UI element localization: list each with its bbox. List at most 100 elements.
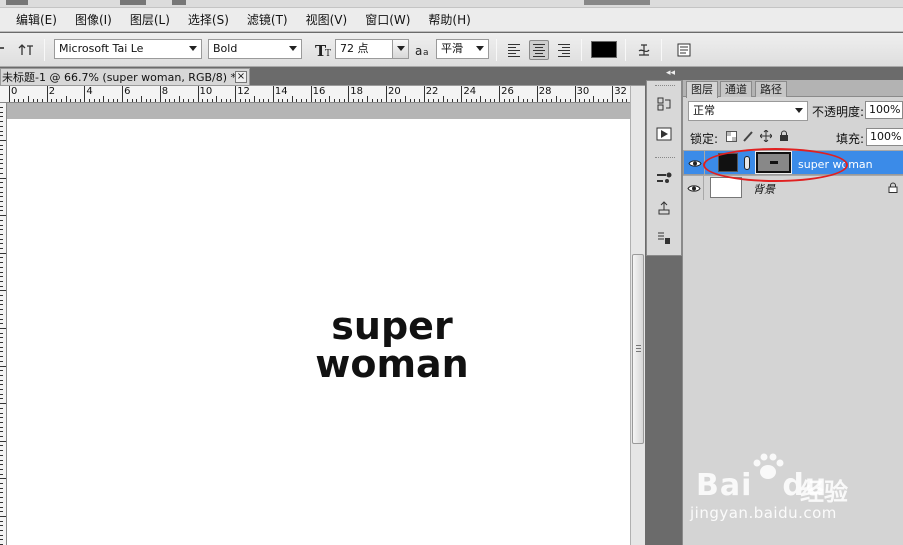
menu-image[interactable]: 图像(I) [75,11,112,28]
ruler-label: 6 [124,86,131,97]
menu-select[interactable]: 选择(S) [188,11,229,28]
ruler-major-tick [84,86,86,102]
text-orientation-icon[interactable] [16,40,36,60]
antialias-select[interactable]: 平滑 [436,39,489,59]
ruler-minor-tick [0,346,3,348]
strip-block [6,0,28,5]
text-color-swatch[interactable] [591,41,617,58]
actions-icon[interactable] [654,125,674,143]
close-icon[interactable]: × [235,71,247,83]
ruler-major-tick [235,86,237,102]
font-size-icon: TT [314,40,334,60]
ruler-minor-tick [136,99,138,102]
align-right-button[interactable] [554,40,574,60]
tab-channels[interactable]: 通道 [720,81,752,97]
tool-presets-icon[interactable] [654,229,674,247]
ruler-major-tick [499,86,501,102]
ruler-minor-tick [117,99,119,102]
tab-paths[interactable]: 路径 [755,81,787,97]
paw-logo-icon [753,453,784,479]
ruler-minor-tick [0,215,6,217]
ruler-minor-tick [89,99,91,102]
font-size-dropdown[interactable] [392,40,408,58]
ruler-minor-tick [0,219,3,221]
blend-mode-select[interactable]: 正常 [688,101,808,121]
ruler-minor-tick [602,99,604,102]
ruler-minor-tick [18,99,20,102]
ruler-minor-tick [0,534,3,536]
ruler-minor-tick [0,323,3,325]
ruler-label: 30 [576,86,590,97]
ruler-minor-tick [0,233,3,235]
vertical-ruler [0,103,7,545]
ruler-minor-tick [0,196,3,198]
vertical-scrollbar[interactable] [630,86,645,545]
layer-name[interactable]: 背景 [753,181,775,197]
ruler-minor-tick [428,99,430,102]
ruler-minor-tick [173,99,175,102]
document-canvas[interactable]: super woman [7,119,630,545]
menu-help[interactable]: 帮助(H) [428,11,470,28]
character-panel-icon[interactable] [674,40,694,60]
ruler-minor-tick [0,130,3,132]
ruler-minor-tick [0,172,3,174]
ruler-minor-tick [74,99,76,102]
lock-position-icon[interactable] [760,130,772,142]
tool-grip [0,47,4,49]
lock-transparent-icon[interactable] [725,130,737,142]
ruler-minor-tick [0,483,3,484]
font-size-select[interactable]: 72 点 [335,39,409,59]
ruler-minor-tick [254,96,256,102]
warp-text-icon[interactable] [634,40,654,60]
chevron-down-icon [476,46,484,51]
ruler-minor-tick [0,492,3,494]
ruler-minor-tick [258,99,260,102]
ruler-minor-tick [0,201,3,202]
ruler-minor-tick [329,96,331,102]
opacity-label: 不透明度: [812,105,865,119]
align-center-icon [533,43,545,57]
chevron-down-icon [397,46,405,51]
brush-presets-icon[interactable] [654,169,674,187]
ruler-minor-tick [296,99,298,102]
lock-image-icon[interactable] [742,130,754,142]
document-tab[interactable]: 未标题-1 @ 66.7% (super woman, RGB/8) * × [0,68,250,86]
ruler-label: 8 [161,86,169,97]
menu-edit[interactable]: 编辑(E) [16,11,57,28]
ruler-minor-tick [145,99,147,102]
ruler-minor-tick [0,506,3,508]
opacity-field[interactable]: 100% [865,101,903,119]
ruler-minor-tick [291,96,293,102]
font-family-select[interactable]: Microsoft Tai Le [54,39,202,59]
menu-view[interactable]: 视图(V) [306,11,348,28]
canvas-text-layer[interactable]: super woman [307,307,477,383]
ruler-minor-tick [0,248,3,249]
collapse-panels-icon[interactable]: ◂◂ [666,68,675,78]
eye-icon[interactable] [685,151,705,175]
ruler-minor-tick [0,450,3,452]
clone-source-icon[interactable] [654,199,674,217]
ruler-minor-tick [0,299,3,301]
ruler-minor-tick [70,99,72,102]
align-left-button[interactable] [504,40,524,60]
fill-field[interactable]: 100% [866,128,903,146]
ruler-major-tick [272,86,274,102]
ruler-minor-tick [103,96,105,102]
tab-layers[interactable]: 图层 [686,81,718,98]
menu-filter[interactable]: 滤镜(T) [247,11,288,28]
history-icon[interactable] [654,95,674,113]
ruler-minor-tick [239,99,241,102]
ruler-minor-tick [41,99,43,102]
background-thumbnail[interactable] [710,177,742,198]
menu-window[interactable]: 窗口(W) [365,11,410,28]
menu-layer[interactable]: 图层(L) [130,11,170,28]
ruler-major-tick [310,86,312,102]
ruler-minor-tick [155,99,157,102]
align-center-button[interactable] [529,40,549,60]
lock-all-icon[interactable] [778,130,790,142]
font-style-select[interactable]: Bold [208,39,302,59]
ruler-label: 32 [614,86,627,97]
eye-icon[interactable] [684,176,704,200]
scrollbar-thumb[interactable] [632,254,644,444]
ruler-minor-tick [315,99,317,102]
